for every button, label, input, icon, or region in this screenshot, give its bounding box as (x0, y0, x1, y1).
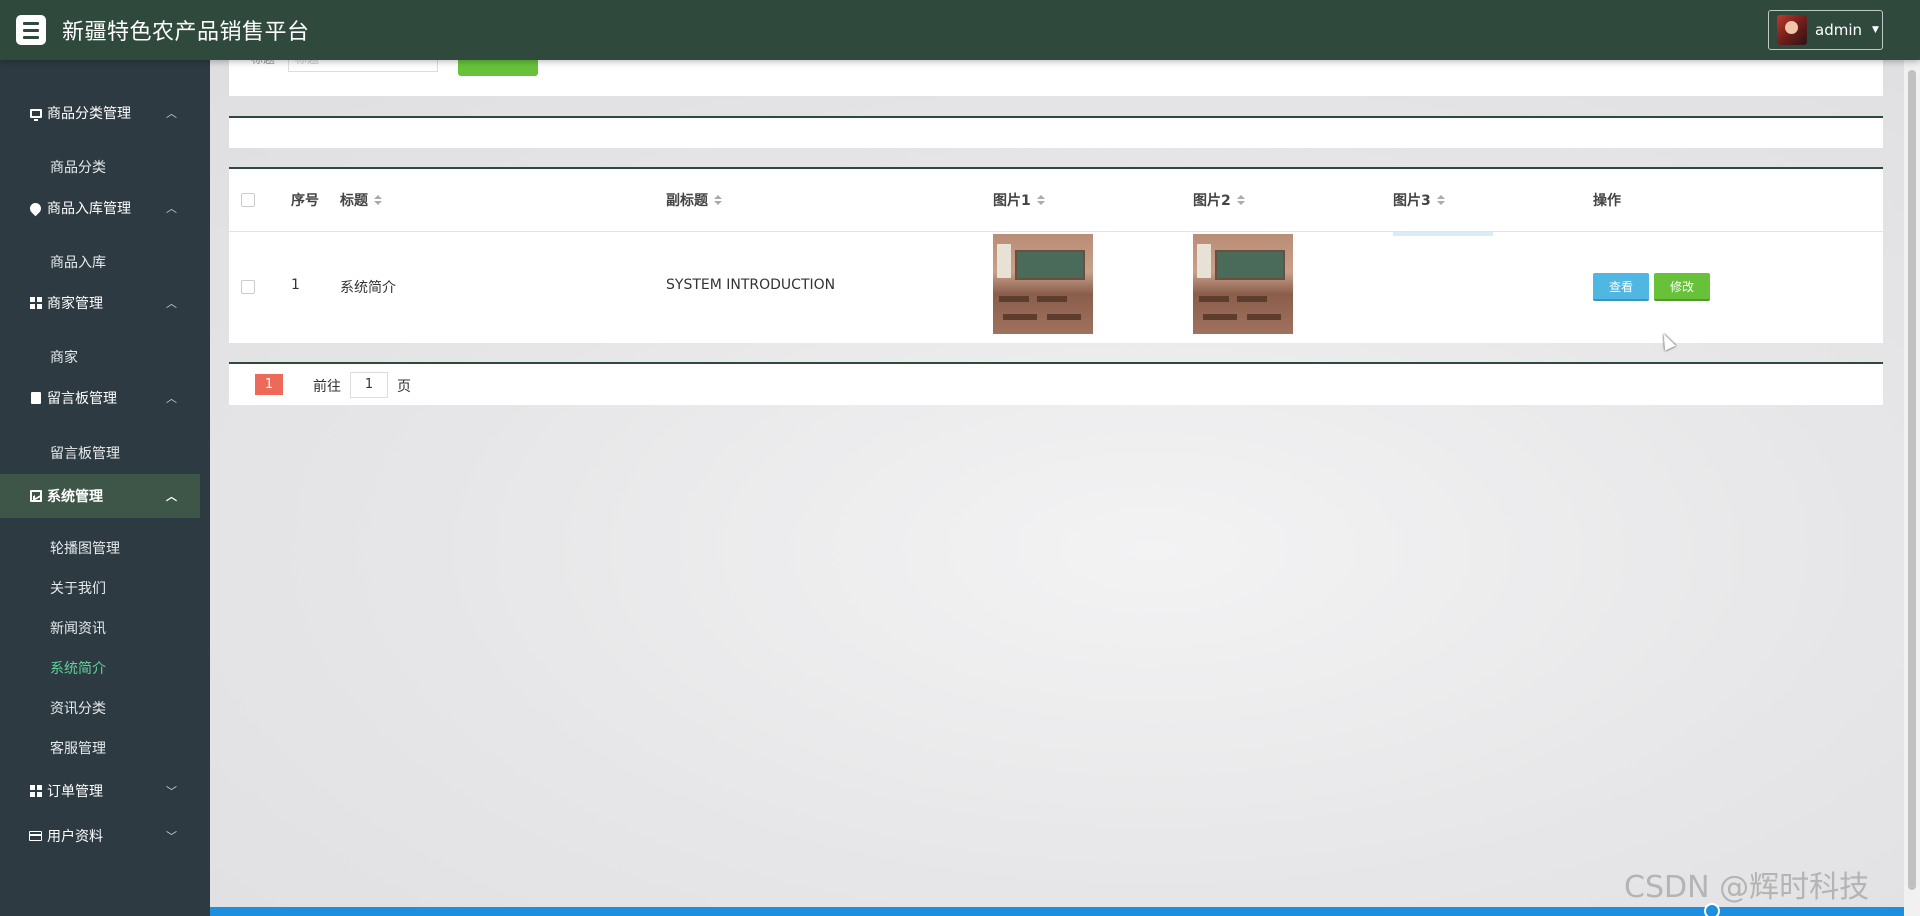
sidebar-group-label: 订单管理 (47, 784, 103, 800)
sort-icon[interactable] (374, 195, 382, 205)
caret-down-icon: ▼ (1872, 25, 1879, 35)
menu-toggle-icon[interactable] (16, 15, 46, 45)
header-divider (229, 231, 1883, 232)
column-header-actions: 操作 (1593, 169, 1621, 231)
watermark: CSDN @辉时科技 (1624, 870, 1870, 905)
view-button[interactable]: 查看 (1593, 273, 1649, 301)
pagination: 1 前往 1 页 (229, 362, 1883, 405)
sidebar-item-news[interactable]: 新闻资讯 (0, 613, 200, 643)
sidebar-item-category[interactable]: 商品分类 (0, 152, 200, 182)
column-header-label: 图片3 (1393, 193, 1431, 209)
chevron-up-icon: ︿ (166, 490, 177, 503)
chevron-down-icon: ﹀ (166, 785, 177, 798)
user-name: admin (1815, 21, 1862, 39)
sidebar-item-stock-in[interactable]: 商品入库 (0, 247, 200, 277)
chevron-up-icon: ︿ (166, 297, 177, 310)
column-header-label: 副标题 (666, 193, 708, 209)
action-bar-panel (229, 116, 1883, 148)
sidebar-group-label: 留言板管理 (47, 391, 117, 407)
sidebar-group-category[interactable]: 商品分类管理 ︿ (0, 91, 200, 135)
app-title: 新疆特色农产品销售平台 (62, 20, 310, 45)
row-checkbox[interactable] (241, 280, 255, 294)
scrollbar-thumb[interactable] (1908, 70, 1916, 890)
sidebar-group-label: 用户资料 (47, 829, 103, 845)
sidebar-item-about-us[interactable]: 关于我们 (0, 573, 200, 603)
column-header-image3[interactable]: 图片3 (1393, 169, 1445, 231)
sidebar-group-stock-in[interactable]: 商品入库管理 ︿ (0, 186, 200, 230)
avatar (1777, 15, 1807, 45)
sidebar-item-customer-service[interactable]: 客服管理 (0, 733, 200, 763)
cell-index: 1 (291, 277, 300, 293)
chevron-up-icon: ︿ (166, 202, 177, 215)
sort-icon[interactable] (1036, 195, 1045, 205)
page-suffix-label: 页 (397, 379, 411, 395)
sort-icon[interactable] (1436, 195, 1445, 205)
sidebar-group-system[interactable]: 系统管理 ︿ (0, 474, 200, 518)
sidebar-group-label: 商家管理 (47, 296, 103, 312)
chevron-up-icon: ︿ (166, 392, 177, 405)
cell-image2-thumbnail[interactable] (1193, 234, 1293, 334)
sidebar: 商品分类管理 ︿ 商品分类 商品入库管理 ︿ 商品入库 商家管理 ︿ 商家 留言… (0, 60, 210, 916)
cell-image3-placeholder (1393, 232, 1493, 236)
edit-button[interactable]: 修改 (1654, 273, 1710, 301)
cell-title: 系统简介 (340, 280, 396, 296)
column-header-title[interactable]: 标题 (340, 169, 382, 231)
user-menu-button[interactable]: admin ▼ (1768, 10, 1883, 50)
cell-subtitle: SYSTEM INTRODUCTION (666, 277, 836, 293)
monitor-icon (29, 107, 42, 121)
column-header-subtitle[interactable]: 副标题 (666, 169, 722, 231)
bottom-progress-bar (210, 907, 1904, 916)
column-header-index: 序号 (291, 169, 319, 231)
sidebar-group-user-profile[interactable]: 用户资料 ﹀ (0, 814, 200, 858)
column-header-image1[interactable]: 图片1 (993, 169, 1045, 231)
top-header: 新疆特色农产品销售平台 admin ▼ (0, 0, 1920, 60)
sidebar-group-label: 商品分类管理 (47, 106, 131, 122)
sort-icon[interactable] (1236, 195, 1245, 205)
chevron-down-icon: ﹀ (166, 830, 177, 843)
chart-icon (29, 490, 42, 503)
grid-icon (29, 785, 42, 798)
column-header-image2[interactable]: 图片2 (1193, 169, 1245, 231)
column-header-label: 序号 (291, 193, 319, 209)
goto-label: 前往 (313, 379, 341, 395)
sidebar-group-merchant[interactable]: 商家管理 ︿ (0, 281, 200, 325)
card-icon (29, 830, 42, 843)
sidebar-item-merchant[interactable]: 商家 (0, 342, 200, 372)
sidebar-group-orders[interactable]: 订单管理 ﹀ (0, 769, 200, 813)
chevron-up-icon: ︿ (166, 107, 177, 120)
column-header-label: 操作 (1593, 193, 1621, 209)
clipboard-icon (29, 392, 42, 405)
goto-page-input[interactable]: 1 (350, 372, 388, 398)
page-scrollbar[interactable] (1904, 0, 1920, 916)
column-header-label: 标题 (340, 193, 368, 209)
sidebar-item-message-board[interactable]: 留言板管理 (0, 438, 200, 468)
select-all-checkbox[interactable] (241, 193, 255, 207)
sidebar-group-label: 系统管理 (47, 489, 103, 505)
column-header-label: 图片2 (1193, 193, 1231, 209)
sidebar-item-news-category[interactable]: 资讯分类 (0, 693, 200, 723)
sidebar-group-message-board[interactable]: 留言板管理 ︿ (0, 376, 200, 420)
page-number-current[interactable]: 1 (255, 374, 283, 395)
cell-image1-thumbnail[interactable] (993, 234, 1093, 334)
column-header-label: 图片1 (993, 193, 1031, 209)
grid-icon (29, 297, 42, 310)
map-pin-icon (27, 200, 44, 216)
sidebar-item-system-intro[interactable]: 系统简介 (0, 653, 200, 683)
sidebar-group-label: 商品入库管理 (47, 201, 131, 217)
sort-icon[interactable] (714, 195, 722, 205)
sidebar-item-carousel[interactable]: 轮播图管理 (0, 533, 200, 563)
data-table: 序号 标题 副标题 图片1 图片2 图片3 操作 1 系统简介 SYSTEM I… (229, 167, 1883, 343)
